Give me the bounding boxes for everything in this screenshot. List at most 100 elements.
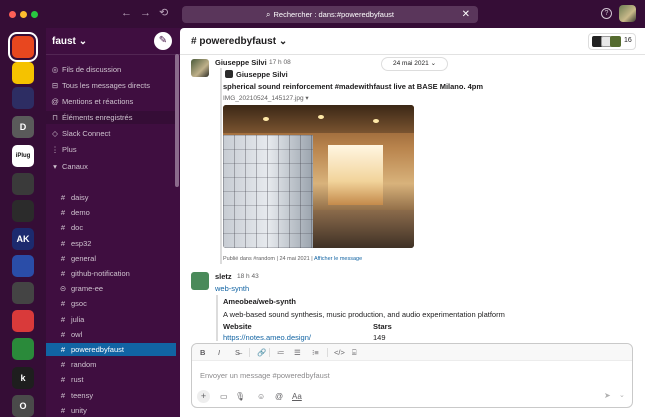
workspace-d-icon[interactable]: D bbox=[12, 116, 34, 138]
mention-icon[interactable]: @ bbox=[275, 391, 283, 402]
channel-item-general[interactable]: # general bbox=[46, 252, 176, 265]
sidebar-item-slack-connect[interactable]: ◇ Slack Connect bbox=[46, 127, 176, 140]
channel-item-grame-ee[interactable]: ⊝ grame-ee bbox=[46, 282, 176, 295]
code-icon[interactable]: </> bbox=[334, 347, 345, 358]
user-avatar[interactable] bbox=[619, 5, 636, 22]
avatar[interactable] bbox=[191, 272, 209, 290]
send-icon[interactable]: ➤ bbox=[604, 391, 611, 400]
channel-item-demo[interactable]: # demo bbox=[46, 206, 176, 219]
connect-icon: ◇ bbox=[52, 129, 58, 138]
sidebar-item-label: Plus bbox=[62, 145, 77, 154]
channel-item-poweredbyfaust[interactable]: # poweredbyfaust bbox=[46, 343, 176, 356]
sidebar-scrollbar[interactable] bbox=[175, 54, 179, 187]
code-block-icon[interactable]: ⌸ bbox=[352, 347, 357, 358]
workspace-header[interactable]: faust ⌄ ✎ bbox=[46, 28, 180, 55]
channel-item-owl[interactable]: # owl bbox=[46, 328, 176, 341]
chevron-down-icon[interactable]: ⌄ bbox=[619, 391, 625, 399]
shared-author[interactable]: Giuseppe Silvi bbox=[236, 70, 288, 79]
chevron-down-icon: ⌄ bbox=[278, 36, 288, 47]
workspace-gray-icon[interactable] bbox=[12, 173, 34, 195]
forward-arrow-icon[interactable]: → bbox=[140, 7, 151, 20]
message-time[interactable]: 18 h 43 bbox=[237, 273, 259, 280]
message-link[interactable]: web-synth bbox=[215, 284, 249, 293]
workspace-faust-icon[interactable] bbox=[12, 36, 34, 58]
workspace-green-icon[interactable] bbox=[12, 338, 34, 360]
bold-icon[interactable]: B bbox=[200, 347, 205, 358]
sidebar-item-all-dms[interactable]: ⊟ Tous les messages directs bbox=[46, 79, 176, 92]
view-message-link[interactable]: Afficher le message bbox=[314, 256, 362, 262]
compose-icon[interactable]: ✎ bbox=[154, 32, 172, 50]
date-divider[interactable]: 24 mai 2021 ⌄ bbox=[381, 57, 448, 71]
channel-item-random[interactable]: # random bbox=[46, 358, 176, 371]
sidebar-item-saved-items[interactable]: ⊓ Éléments enregistrés bbox=[46, 111, 176, 124]
close-window-button[interactable] bbox=[9, 11, 16, 18]
plus-icon[interactable]: + bbox=[197, 390, 210, 403]
strikethrough-icon[interactable]: S̶ bbox=[235, 347, 240, 358]
back-arrow-icon[interactable]: ← bbox=[121, 7, 132, 20]
link-icon[interactable]: 🔗 bbox=[257, 347, 266, 358]
channel-item-daisy[interactable]: # daisy bbox=[46, 191, 176, 204]
workspace-dark-icon[interactable] bbox=[12, 200, 34, 222]
shared-message-text: spherical sound reinforcement #madewithf… bbox=[223, 82, 484, 91]
attached-photo[interactable] bbox=[223, 105, 414, 248]
italic-icon[interactable]: I bbox=[218, 347, 220, 358]
photo-floor bbox=[303, 210, 414, 248]
format-text-icon[interactable]: Aa bbox=[292, 391, 302, 402]
message-author[interactable]: Giuseppe Silvi bbox=[215, 58, 267, 67]
shared-author-avatar bbox=[225, 70, 233, 78]
minimize-window-button[interactable] bbox=[20, 11, 27, 18]
channel-title[interactable]: # poweredbyfaust ⌄ bbox=[191, 36, 287, 47]
search-icon: ⌕ bbox=[266, 10, 271, 19]
workspace-ak-icon[interactable]: AK bbox=[12, 228, 34, 250]
workspace-o-icon[interactable]: O bbox=[12, 395, 34, 417]
channel-item-rust[interactable]: # rust bbox=[46, 373, 176, 386]
channel-item-esp32[interactable]: # esp32 bbox=[46, 237, 176, 250]
message-time[interactable]: 17 h 08 bbox=[269, 59, 291, 66]
sidebar-item-more[interactable]: ⋮ Plus bbox=[46, 143, 176, 156]
workspace-red-icon[interactable] bbox=[12, 310, 34, 332]
workspace-name[interactable]: faust ⌄ bbox=[52, 36, 87, 47]
caret-down-icon: ▾ bbox=[53, 162, 57, 171]
workspace-bluebox-icon[interactable] bbox=[12, 255, 34, 277]
channel-name: daisy bbox=[71, 193, 89, 202]
unfurl-website-link[interactable]: https://notes.ameo.design/ bbox=[223, 333, 311, 342]
channel-item-unity[interactable]: # unity bbox=[46, 404, 176, 417]
mentions-icon: @ bbox=[51, 97, 59, 106]
message-author[interactable]: sletz bbox=[215, 272, 232, 281]
hash-icon: # bbox=[60, 329, 66, 339]
workspace-k-icon[interactable]: k bbox=[12, 367, 34, 389]
attachment-filename[interactable]: IMG_20210524_145127.jpg ▾ bbox=[223, 94, 309, 102]
channel-item-github-notification[interactable]: # github-notification bbox=[46, 267, 176, 280]
unfurl-title[interactable]: Ameobea/web-synth bbox=[223, 297, 296, 306]
sidebar: faust ⌄ ✎ ◎ Fils de discussion ⊟ Tous les m… bbox=[46, 28, 180, 417]
workspace-iplug-icon[interactable]: iPlug bbox=[12, 145, 34, 167]
members-button[interactable]: 16 bbox=[588, 33, 636, 50]
channel-item-doc[interactable]: # doc bbox=[46, 221, 176, 234]
channel-item-julia[interactable]: # julia bbox=[46, 313, 176, 326]
channel-name: poweredbyfaust bbox=[71, 345, 124, 354]
emoji-icon[interactable]: ☺ bbox=[257, 391, 265, 402]
channel-item-teensy[interactable]: # teensy bbox=[46, 389, 176, 402]
workspace-circle-icon[interactable] bbox=[12, 282, 34, 304]
workspace-blue-icon[interactable] bbox=[12, 87, 34, 109]
clear-search-icon[interactable]: ✕ bbox=[462, 6, 470, 23]
sidebar-item-threads[interactable]: ◎ Fils de discussion bbox=[46, 63, 176, 76]
maximize-window-button[interactable] bbox=[31, 11, 38, 18]
avatar[interactable] bbox=[191, 59, 209, 77]
search-bar[interactable]: ⌕ Rechercher : dans:#poweredbyfaust ✕ bbox=[182, 6, 478, 23]
history-icon[interactable]: ⟲ bbox=[159, 7, 168, 20]
channels-section-header[interactable]: ▾ Canaux bbox=[46, 160, 176, 173]
sidebar-item-mentions[interactable]: @ Mentions et réactions bbox=[46, 95, 176, 108]
hash-icon: # bbox=[60, 238, 66, 248]
blockquote-icon[interactable]: ⁝≡ bbox=[312, 347, 319, 358]
video-icon[interactable]: ▭ bbox=[220, 391, 228, 402]
ordered-list-icon[interactable]: ≔ bbox=[277, 347, 285, 358]
workspace-yellow-icon[interactable] bbox=[12, 62, 34, 84]
microphone-icon[interactable]: 🎙 bbox=[235, 391, 245, 402]
unfurl-bar bbox=[216, 295, 218, 341]
bullet-list-icon[interactable]: ☰ bbox=[294, 347, 301, 358]
channel-item-gsoc[interactable]: # gsoc bbox=[46, 297, 176, 310]
help-icon[interactable]: ? bbox=[601, 8, 612, 19]
message-input[interactable]: Envoyer un message #poweredbyfaust bbox=[200, 371, 330, 380]
message-composer: B I S̶ 🔗 ≔ ☰ ⁝≡ </> ⌸ Envoyer un message #powere… bbox=[191, 343, 633, 408]
